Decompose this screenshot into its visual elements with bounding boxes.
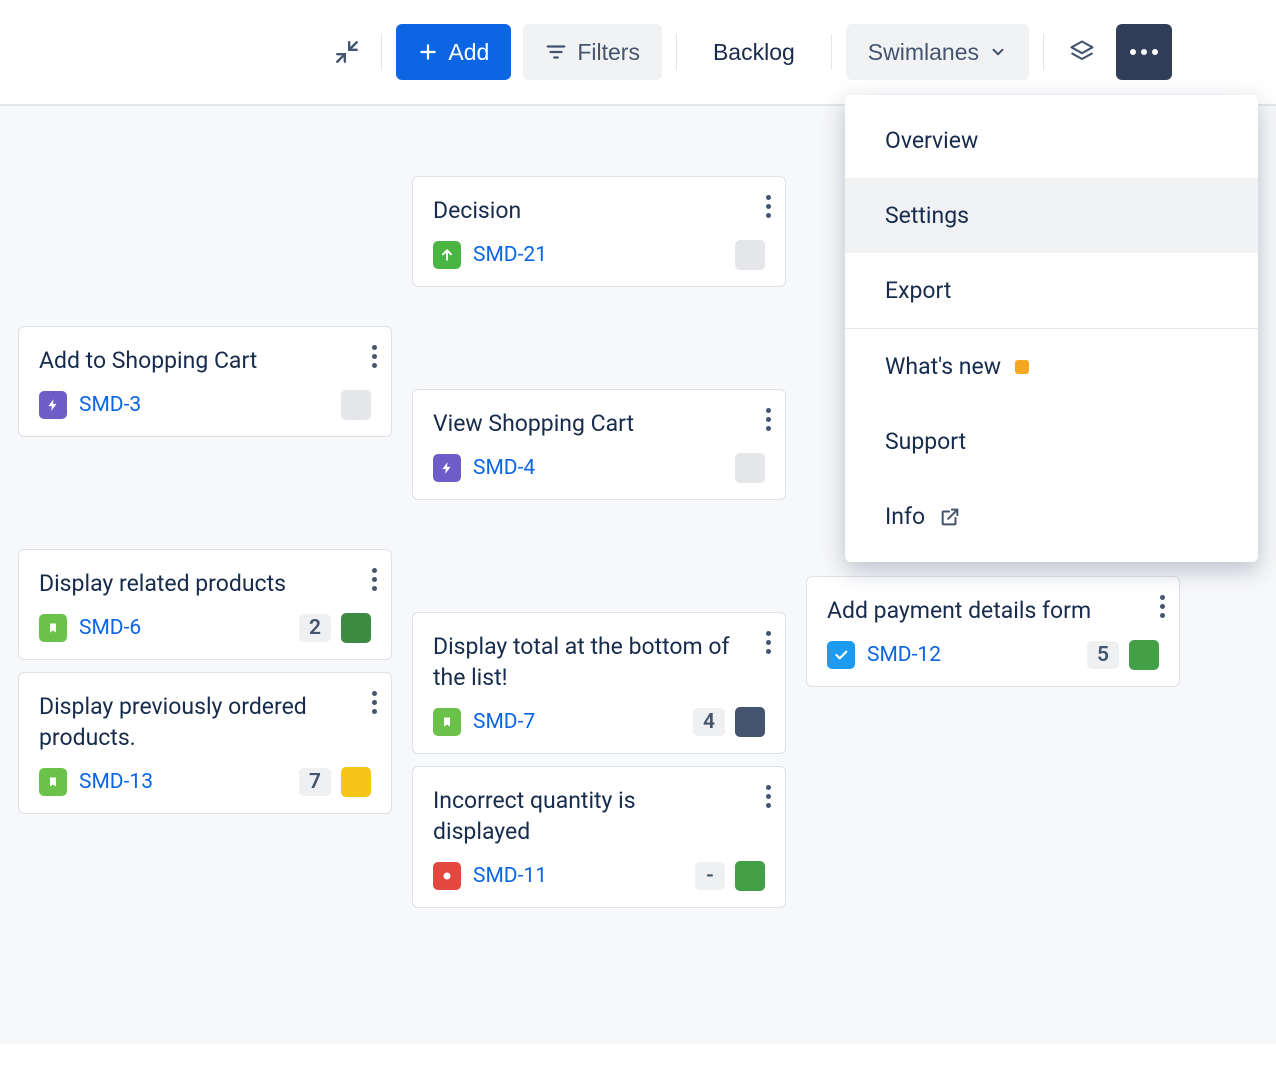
card-view-cart[interactable]: View Shopping Cart SMD-4 xyxy=(412,389,786,500)
card-title: Add to Shopping Cart xyxy=(39,345,337,376)
filter-icon xyxy=(545,41,567,63)
card-payment[interactable]: Add payment details form SMD-12 5 xyxy=(806,576,1180,687)
card-more-button[interactable] xyxy=(766,631,771,654)
bookmark-icon xyxy=(433,708,461,736)
dropdown-overview[interactable]: Overview xyxy=(845,103,1258,178)
column-1: Add to Shopping Cart SMD-3 Display relat… xyxy=(18,124,392,908)
issue-key[interactable]: SMD-21 xyxy=(473,243,547,267)
color-chip xyxy=(1129,640,1159,670)
filters-label: Filters xyxy=(577,39,640,66)
color-chip xyxy=(341,613,371,643)
add-label: Add xyxy=(448,39,489,66)
bookmark-icon xyxy=(39,768,67,796)
backlog-button[interactable]: Backlog xyxy=(691,24,817,80)
count-badge: 5 xyxy=(1087,641,1119,669)
divider xyxy=(381,34,382,70)
color-chip xyxy=(735,453,765,483)
card-title: View Shopping Cart xyxy=(433,408,731,439)
arrow-up-icon xyxy=(433,241,461,269)
color-chip xyxy=(735,240,765,270)
backlog-label: Backlog xyxy=(713,39,795,66)
count-badge: 7 xyxy=(299,768,331,796)
card-title: Add payment details form xyxy=(827,595,1125,626)
card-title: Display related products xyxy=(39,568,337,599)
color-chip xyxy=(341,767,371,797)
issue-key[interactable]: SMD-3 xyxy=(79,393,141,417)
issue-key[interactable]: SMD-7 xyxy=(473,710,535,734)
card-more-button[interactable] xyxy=(766,785,771,808)
external-link-icon xyxy=(939,506,961,528)
filters-button[interactable]: Filters xyxy=(523,24,662,80)
color-chip xyxy=(735,861,765,891)
plus-icon xyxy=(418,42,438,62)
card-more-button[interactable] xyxy=(372,345,377,368)
count-badge: - xyxy=(695,862,725,890)
more-menu-button[interactable] xyxy=(1116,24,1172,80)
card-incorrect[interactable]: Incorrect quantity is displayed SMD-11 - xyxy=(412,766,786,908)
dropdown-support[interactable]: Support xyxy=(845,404,1258,479)
card-title: Display total at the bottom of the list! xyxy=(433,631,731,693)
bookmark-icon xyxy=(39,614,67,642)
card-more-button[interactable] xyxy=(372,691,377,714)
count-badge: 2 xyxy=(299,614,331,642)
color-chip xyxy=(341,390,371,420)
bug-icon xyxy=(433,862,461,890)
divider xyxy=(1043,34,1044,70)
divider xyxy=(831,34,832,70)
more-horizontal-icon xyxy=(1130,49,1158,55)
color-chip xyxy=(735,707,765,737)
issue-key[interactable]: SMD-6 xyxy=(79,616,141,640)
card-decision[interactable]: Decision SMD-21 xyxy=(412,176,786,287)
card-total[interactable]: Display total at the bottom of the list!… xyxy=(412,612,786,754)
card-title: Decision xyxy=(433,195,731,226)
bolt-icon xyxy=(433,454,461,482)
dropdown-info[interactable]: Info xyxy=(845,479,1258,554)
swimlanes-button[interactable]: Swimlanes xyxy=(846,24,1029,80)
dropdown-export[interactable]: Export xyxy=(845,253,1258,328)
chevron-down-icon xyxy=(989,43,1007,61)
issue-key[interactable]: SMD-12 xyxy=(867,643,941,667)
bolt-icon xyxy=(39,391,67,419)
dropdown-settings[interactable]: Settings xyxy=(845,178,1258,253)
card-prev[interactable]: Display previously ordered products. SMD… xyxy=(18,672,392,814)
new-indicator-icon xyxy=(1015,360,1029,374)
more-dropdown: Overview Settings Export What's new Supp… xyxy=(845,95,1258,562)
card-title: Display previously ordered products. xyxy=(39,691,337,753)
check-icon xyxy=(827,641,855,669)
collapse-icon[interactable] xyxy=(327,32,367,72)
toolbar: Add Filters Backlog Swimlanes xyxy=(0,0,1276,104)
layers-icon xyxy=(1068,38,1096,66)
card-title: Incorrect quantity is displayed xyxy=(433,785,731,847)
card-add-cart[interactable]: Add to Shopping Cart SMD-3 xyxy=(18,326,392,437)
card-more-button[interactable] xyxy=(1160,595,1165,618)
layers-button[interactable] xyxy=(1058,28,1106,76)
count-badge: 4 xyxy=(693,708,725,736)
card-more-button[interactable] xyxy=(766,408,771,431)
add-button[interactable]: Add xyxy=(396,24,511,80)
card-related[interactable]: Display related products SMD-6 2 xyxy=(18,549,392,660)
swimlanes-label: Swimlanes xyxy=(868,39,979,66)
issue-key[interactable]: SMD-4 xyxy=(473,456,535,480)
issue-key[interactable]: SMD-13 xyxy=(79,770,153,794)
column-2: Decision SMD-21 View Shopping Cart xyxy=(412,124,786,908)
divider xyxy=(676,34,677,70)
card-more-button[interactable] xyxy=(372,568,377,591)
issue-key[interactable]: SMD-11 xyxy=(473,864,547,888)
card-more-button[interactable] xyxy=(766,195,771,218)
dropdown-whats-new[interactable]: What's new xyxy=(845,329,1258,404)
